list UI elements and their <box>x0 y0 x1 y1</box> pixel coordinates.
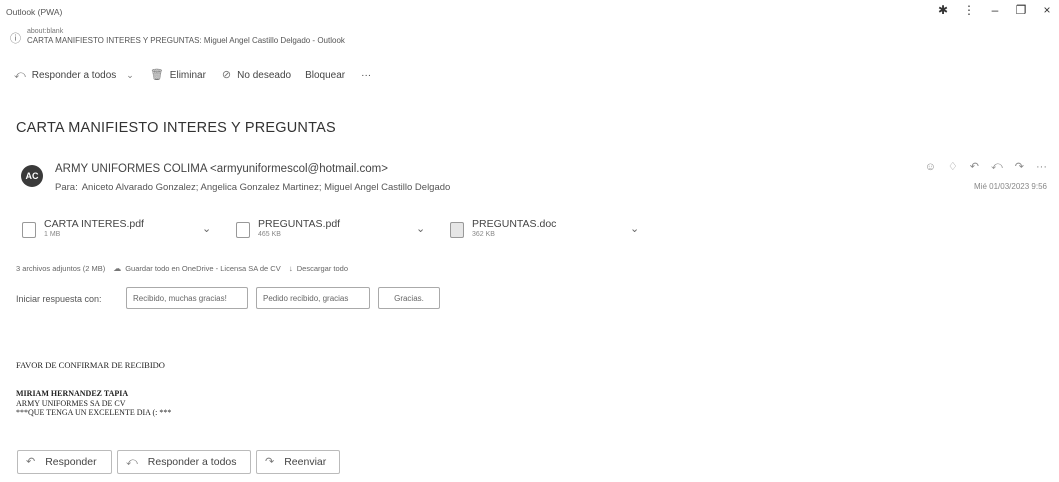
reply-icon[interactable]: ↶ <box>970 160 979 173</box>
like-icon[interactable]: ♢ <box>948 160 958 173</box>
download-all-link[interactable]: Descargar todo <box>297 264 348 273</box>
chevron-down-icon[interactable]: ⌄ <box>630 222 639 235</box>
signature: MIRIAM HERNANDEZ TAPIA ARMY UNIFORMES SA… <box>16 389 171 418</box>
signature-company: ARMY UNIFORMES SA DE CV <box>16 398 126 408</box>
reply-all-button[interactable]: Responder a todos <box>32 70 117 81</box>
trash-icon: 🗑 <box>149 69 164 81</box>
attachments-summary-bar: 3 archivos adjuntos (2 MB) ☁ Guardar tod… <box>16 264 348 273</box>
chevron-down-icon[interactable]: ⌄ <box>126 71 134 80</box>
signature-name: MIRIAM HERNANDEZ TAPIA <box>16 389 129 398</box>
extension-icon[interactable]: ✱ <box>935 3 951 17</box>
info-icon[interactable]: ⓘ <box>10 34 21 45</box>
window-title: Outlook (PWA) <box>6 7 63 17</box>
pdf-file-icon <box>236 222 250 238</box>
attachment-name: CARTA INTERES.pdf <box>44 218 144 230</box>
reply-button[interactable]: ↶ Responder <box>17 450 112 474</box>
page-title: CARTA MANIFIESTO INTERES Y PREGUNTAS: Mi… <box>27 36 345 45</box>
signature-greeting: ***QUE TENGA UN EXCELENTE DIA (: *** <box>16 408 172 417</box>
attachment-1[interactable]: CARTA INTERES.pdf 1 MB <box>22 218 144 238</box>
attachment-name: PREGUNTAS.pdf <box>258 218 341 230</box>
close-button[interactable]: × <box>1039 3 1055 17</box>
message-date: Mié 01/03/2023 9:56 <box>974 182 1047 191</box>
quick-reply-option[interactable]: Recibido, muchas gracias! <box>126 287 248 309</box>
reply-all-bottom-button[interactable]: ⤺ Responder a todos <box>117 450 251 474</box>
quick-reply-option[interactable]: Gracias. <box>378 287 440 309</box>
attachment-size: 362 KB <box>472 231 495 238</box>
attachment-size: 465 KB <box>258 231 281 238</box>
sender[interactable]: ARMY UNIFORMES COLIMA <armyuniformescol@… <box>55 163 388 175</box>
block-button[interactable]: Bloquear <box>305 70 345 81</box>
message-toolbar: ⤺ Responder a todos ⌄ 🗑 Eliminar ⊘ No de… <box>14 69 371 82</box>
to-label: Para: <box>55 182 78 193</box>
quick-reply-label: Iniciar respuesta con: <box>16 294 102 304</box>
reply-all-icon: ⤺ <box>126 455 138 468</box>
word-file-icon <box>450 222 464 238</box>
cloud-icon: ☁ <box>113 263 122 273</box>
message-actions: ☺ ♢ ↶ ⤺ ↷ ··· <box>925 160 1047 173</box>
junk-button[interactable]: No deseado <box>237 70 291 81</box>
pdf-file-icon <box>22 222 36 238</box>
forward-button[interactable]: ↷ Reenviar <box>256 450 340 474</box>
reply-icon: ↶ <box>26 455 36 468</box>
more-dots-icon[interactable]: ··· <box>1036 161 1047 173</box>
restore-button[interactable]: ❐ <box>1013 3 1029 17</box>
recipients[interactable]: Aniceto Alvarado Gonzalez; Angelica Gonz… <box>82 182 451 193</box>
attachment-3[interactable]: PREGUNTAS.doc 362 KB <box>450 218 556 238</box>
recipients-line: Para: Aniceto Alvarado Gonzalez; Angelic… <box>55 182 450 193</box>
save-onedrive-link[interactable]: Guardar todo en OneDrive - Licensa SA de… <box>125 264 281 273</box>
address-area: ⓘ about:blank CARTA MANIFIESTO INTERES Y… <box>10 28 345 45</box>
chevron-down-icon[interactable]: ⌄ <box>202 222 211 235</box>
delete-button[interactable]: Eliminar <box>170 70 206 81</box>
message-subject: CARTA MANIFIESTO INTERES Y PREGUNTAS <box>16 120 336 136</box>
reply-all-small-icon[interactable]: ⤺ <box>991 160 1003 173</box>
reply-all-label: Responder a todos <box>147 456 237 468</box>
chevron-down-icon[interactable]: ⌄ <box>416 222 425 235</box>
body-line: FAVOR DE CONFIRMAR DE RECIBIDO <box>16 360 165 370</box>
window-controls: ✱ ⋮ – ❐ × <box>935 3 1055 17</box>
reply-label: Responder <box>45 456 97 468</box>
attachment-size: 1 MB <box>44 231 61 238</box>
emoji-icon[interactable]: ☺ <box>925 161 936 173</box>
menu-dots-icon[interactable]: ⋮ <box>961 3 977 17</box>
attachments-summary: 3 archivos adjuntos (2 MB) <box>16 264 106 273</box>
reply-all-icon: ⤺ <box>14 69 26 81</box>
more-button[interactable]: ··· <box>361 70 371 81</box>
download-icon: ↓ <box>288 263 293 273</box>
block-circle-icon: ⊘ <box>221 69 232 81</box>
quick-reply-option[interactable]: Pedido recibido, gracias <box>256 287 370 309</box>
url-text[interactable]: about:blank <box>27 28 345 35</box>
attachment-2[interactable]: PREGUNTAS.pdf 465 KB <box>236 218 340 238</box>
forward-icon: ↷ <box>265 455 275 468</box>
attachment-name: PREGUNTAS.doc <box>472 218 557 230</box>
avatar[interactable]: AC <box>21 165 43 187</box>
forward-icon[interactable]: ↷ <box>1015 160 1024 173</box>
forward-label: Reenviar <box>284 456 327 468</box>
minimize-button[interactable]: – <box>987 3 1003 17</box>
